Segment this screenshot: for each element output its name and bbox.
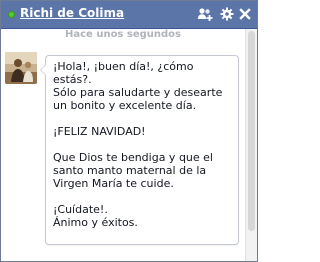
message-bubble: ¡Hola!, ¡buen día!, ¿cómo estás?. Sólo p… (40, 55, 239, 245)
conversation-scrollbar[interactable] (245, 29, 257, 261)
chat-contact-name[interactable]: Richi de Colima (20, 6, 124, 20)
gear-icon[interactable] (219, 6, 235, 22)
chat-titlebar[interactable]: Richi de Colima (1, 1, 257, 29)
bubble-tail (40, 64, 46, 76)
online-status-indicator (8, 11, 15, 18)
conversation-pane: Hace unos segundos ¡Hola!, ¡buen día!, ¿… (1, 29, 245, 261)
message-text: ¡Hola!, ¡buen día!, ¿cómo estás?. Sólo p… (53, 60, 223, 229)
sender-avatar[interactable] (5, 52, 37, 84)
chat-window: Richi de Colima Hace unos segundos ¡Hola… (0, 0, 258, 262)
add-friends-icon[interactable] (197, 6, 213, 22)
message-timestamp: Hace unos segundos (65, 29, 181, 40)
scrollbar-thumb[interactable] (248, 31, 255, 231)
close-icon[interactable] (237, 6, 253, 22)
